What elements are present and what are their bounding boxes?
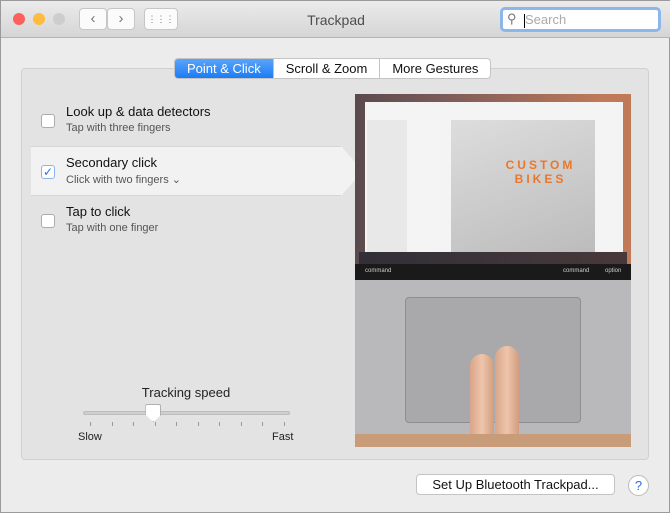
preview-desk <box>355 434 631 447</box>
tracking-speed-label: Tracking speed <box>141 385 231 400</box>
preview-doc-title: CUSTOM BIKES <box>505 158 576 186</box>
slider-min-label: Slow <box>78 431 102 443</box>
option-tap-to-click[interactable]: Tap to click Tap with one finger <box>31 196 341 246</box>
key-command: command <box>563 268 590 274</box>
help-button[interactable]: ? <box>628 475 649 496</box>
slider-tick <box>219 422 220 426</box>
title-bar: ‹ › ⋮⋮⋮ Trackpad ⚲ Search <box>1 1 670 38</box>
option-label: Look up & data detectors <box>66 104 211 119</box>
slider-tick <box>283 422 285 426</box>
setup-bluetooth-trackpad-button[interactable]: Set Up Bluetooth Trackpad... <box>416 474 615 495</box>
tracking-speed-slider[interactable] <box>83 411 290 415</box>
option-label: Secondary click <box>66 155 158 170</box>
key-command: command <box>365 268 392 274</box>
gesture-preview: CUSTOM BIKES command command option <box>355 94 631 447</box>
slider-tick <box>240 422 242 426</box>
slider-tick <box>90 422 91 426</box>
preview-thumbnails <box>367 120 407 252</box>
option-look-up[interactable]: Look up & data detectors Tap with three … <box>31 96 341 146</box>
tab-bar: Point & Click Scroll & Zoom More Gesture… <box>174 58 492 79</box>
option-label: Tap to click <box>66 204 131 219</box>
preview-screen: CUSTOM BIKES <box>355 94 631 266</box>
tab-scroll-zoom[interactable]: Scroll & Zoom <box>272 59 380 78</box>
slider-max-label: Fast <box>272 431 294 443</box>
finger-icon <box>495 346 519 447</box>
option-secondary-click[interactable]: ✓ Secondary click Click with two fingers… <box>31 146 363 196</box>
text-caret <box>524 14 525 28</box>
slider-tick <box>176 422 177 426</box>
search-input[interactable]: ⚲ Search <box>500 7 661 32</box>
tab-more-gestures[interactable]: More Gestures <box>379 59 490 78</box>
checkbox[interactable] <box>41 114 55 128</box>
checkmark-icon: ✓ <box>42 165 54 179</box>
option-sublabel: Tap with one finger <box>66 222 159 234</box>
slider-tick <box>154 422 156 426</box>
checkbox-checked[interactable]: ✓ <box>41 165 55 179</box>
search-icon: ⚲ <box>507 11 517 26</box>
preview-keyboard: command command option <box>355 264 631 280</box>
slider-tick <box>262 422 263 426</box>
option-sublabel: Tap with three fingers <box>66 122 171 134</box>
preview-app-window: CUSTOM BIKES <box>365 102 623 252</box>
slider-tick <box>111 422 113 426</box>
slider-tick <box>197 422 199 426</box>
option-sublabel-dropdown[interactable]: Click with two fingers ⌄ <box>66 173 181 186</box>
search-placeholder: Search <box>525 12 567 27</box>
key-option: option <box>605 268 622 274</box>
preview-document: CUSTOM BIKES <box>451 120 595 252</box>
tab-point-click[interactable]: Point & Click <box>175 59 273 78</box>
checkbox[interactable] <box>41 214 55 228</box>
slider-tick <box>133 422 134 426</box>
